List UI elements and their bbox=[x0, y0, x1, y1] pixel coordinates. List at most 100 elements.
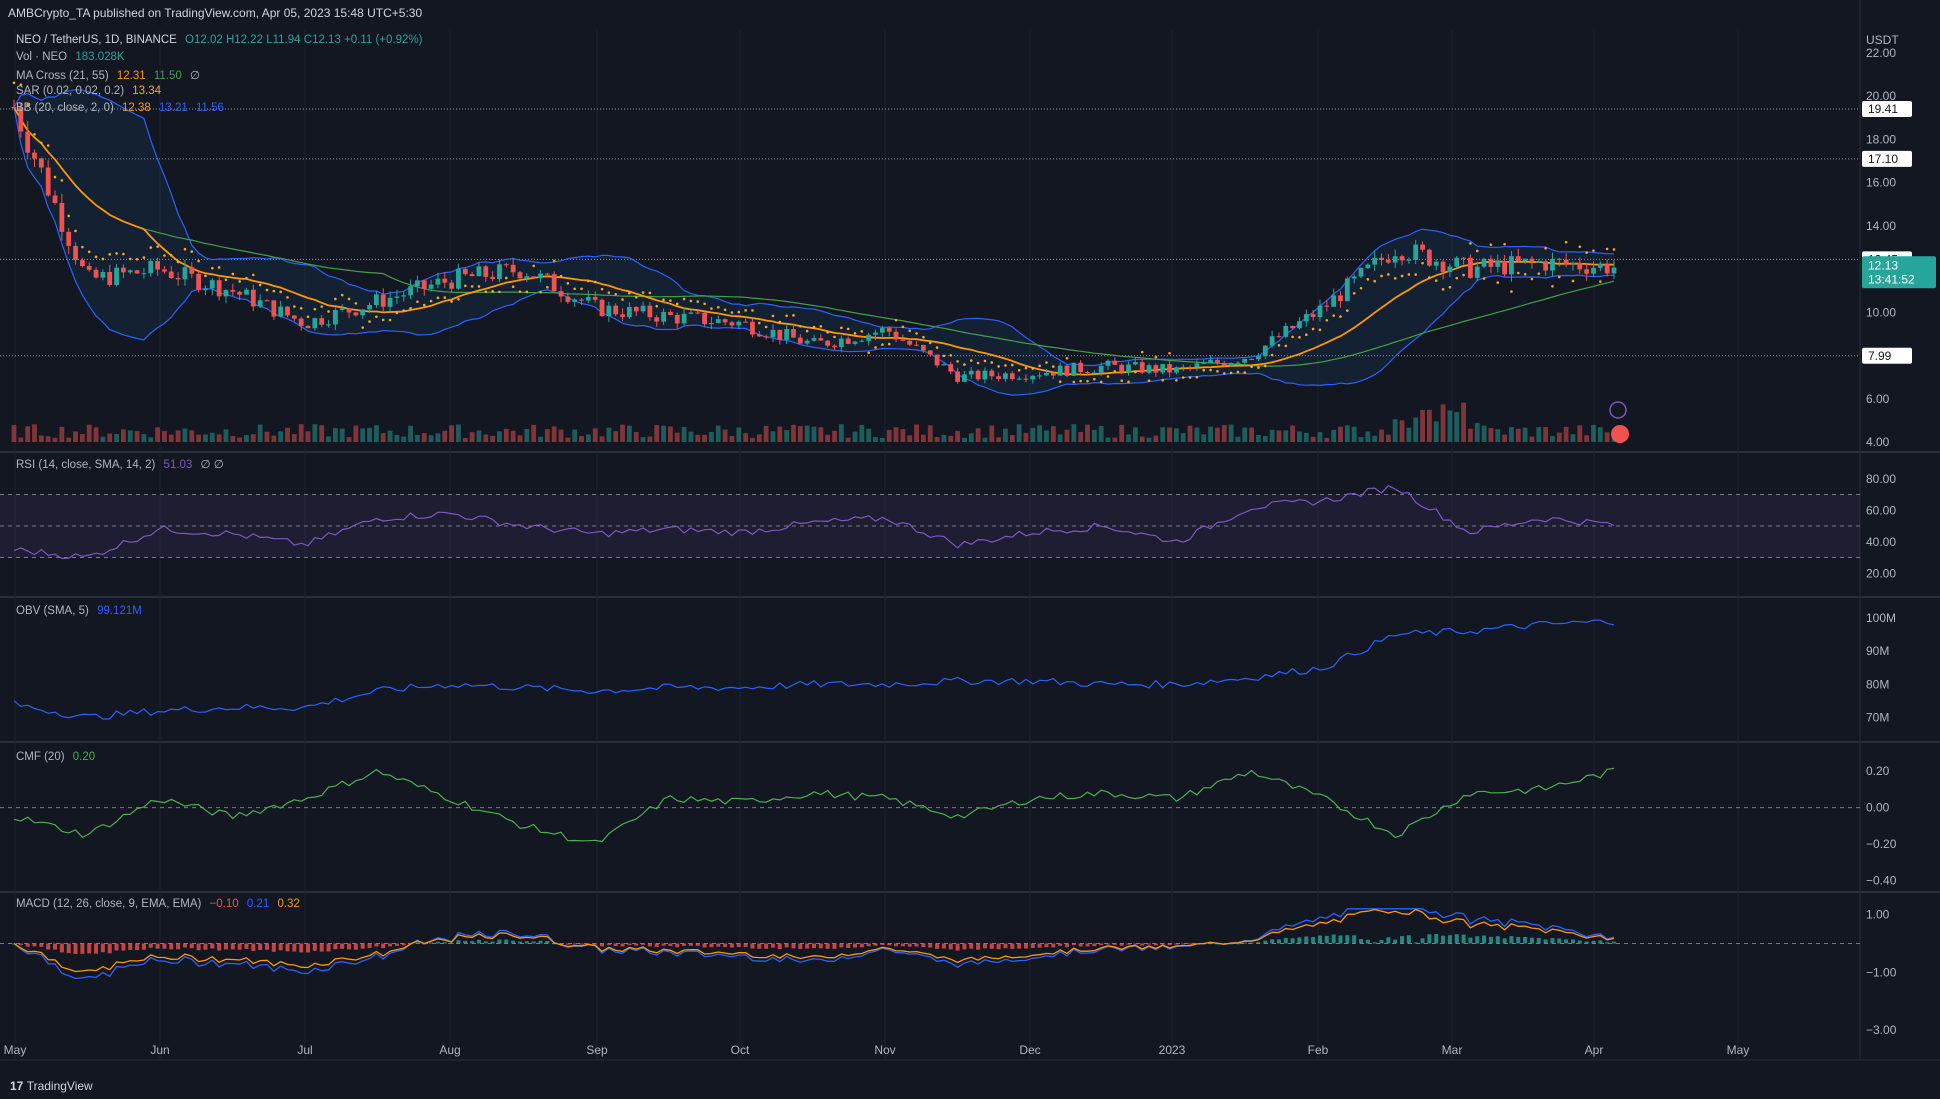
macd-histogram-bar bbox=[1495, 936, 1500, 944]
volume-bar bbox=[415, 434, 420, 442]
macd-histogram-bar bbox=[894, 943, 899, 947]
candle-body bbox=[572, 299, 578, 302]
macd-histogram-bar bbox=[135, 943, 140, 951]
macd-signal-line bbox=[13, 908, 1615, 973]
macd-histogram-bar bbox=[278, 943, 283, 951]
level-label: 17.10 bbox=[1868, 152, 1898, 166]
sar-dot bbox=[1311, 327, 1315, 331]
macd-histogram-bar bbox=[1591, 940, 1596, 944]
volume-bar bbox=[148, 437, 154, 442]
volume-bar bbox=[18, 437, 24, 442]
volume-bar bbox=[551, 426, 557, 442]
volume-bar bbox=[558, 429, 564, 442]
volume-bar bbox=[654, 425, 660, 442]
macd-histogram-bar bbox=[572, 943, 577, 945]
macd-histogram-bar bbox=[1119, 943, 1124, 946]
macd-histogram-bar bbox=[306, 943, 311, 953]
rsi-legend[interactable]: RSI (14, close, SMA, 14, 2) 51.03 ∅ ∅ bbox=[16, 457, 229, 471]
sar-legend[interactable]: SAR (0.02, 0.02, 0.2) 13.34 bbox=[16, 85, 166, 97]
macd-histogram-bar bbox=[941, 943, 946, 949]
macd-histogram-bar bbox=[791, 943, 796, 949]
volume-bar bbox=[743, 433, 749, 442]
bb-legend[interactable]: BB (20, close, 2, 0) 12.38 13.21 11.56 bbox=[16, 102, 229, 114]
macd-legend[interactable]: MACD (12, 26, close, 9, EMA, EMA) −0.10 … bbox=[16, 898, 305, 910]
volume-bar bbox=[1276, 430, 1282, 442]
candle-body bbox=[1502, 260, 1507, 275]
volume-bar bbox=[73, 431, 78, 442]
candle-body bbox=[804, 340, 810, 344]
volume-bar bbox=[1447, 410, 1453, 442]
candle-body bbox=[1153, 365, 1159, 373]
sar-dot bbox=[224, 278, 228, 282]
volume-bar bbox=[203, 434, 208, 442]
candle-body bbox=[469, 274, 475, 277]
sar-dot bbox=[1544, 246, 1547, 250]
symbol-legend[interactable]: NEO / TetherUS, 1D, BINANCE O12.02 H12.2… bbox=[16, 34, 427, 46]
macd-histogram-bar bbox=[312, 943, 317, 951]
macd-histogram-bar bbox=[128, 943, 133, 950]
sar-dot bbox=[935, 346, 939, 349]
rsi-extra: ∅ ∅ bbox=[200, 459, 224, 471]
candle-body bbox=[326, 324, 331, 326]
sar-dot bbox=[1516, 271, 1520, 275]
candle-body bbox=[729, 322, 735, 326]
candle-body bbox=[1228, 363, 1234, 366]
candle-body bbox=[722, 319, 728, 323]
macd-histogram-bar bbox=[388, 943, 393, 947]
cmf-legend[interactable]: CMF (20) 0.20 bbox=[16, 751, 100, 763]
sar-dot bbox=[778, 320, 782, 324]
candle-body bbox=[1426, 249, 1432, 266]
candle-body bbox=[394, 296, 400, 298]
volume-bar bbox=[1262, 435, 1268, 442]
macd-histogram-bar bbox=[230, 943, 235, 950]
obv-legend[interactable]: OBV (SMA, 5) 99.121M bbox=[16, 605, 147, 617]
macd-histogram-bar bbox=[1406, 935, 1411, 944]
sar-dot bbox=[1441, 288, 1445, 291]
volume-bar bbox=[886, 429, 892, 442]
volume-bar bbox=[1522, 427, 1528, 442]
bb-label: BB (20, close, 2, 0) bbox=[16, 102, 114, 114]
macd-histogram-bar bbox=[1359, 939, 1364, 944]
sar-dot bbox=[675, 302, 679, 306]
macd-histogram-bar bbox=[1297, 937, 1302, 944]
macd-histogram-bar bbox=[1413, 942, 1418, 944]
candle-body bbox=[428, 284, 434, 289]
sar-dot bbox=[559, 274, 563, 278]
candle-body bbox=[531, 276, 537, 279]
candle-body bbox=[216, 280, 222, 297]
macd-histogram-bar bbox=[1256, 942, 1261, 944]
sar-dot bbox=[1339, 315, 1342, 318]
macd-histogram-bar bbox=[1051, 943, 1056, 948]
candle-body bbox=[654, 317, 660, 322]
macd-histogram-bar bbox=[641, 943, 646, 945]
tradingview-brand[interactable]: 17 TradingView bbox=[10, 1079, 93, 1093]
volume-bar bbox=[1044, 430, 1049, 442]
volume-bar bbox=[565, 437, 571, 442]
sar-dot bbox=[217, 266, 221, 269]
candle-body bbox=[66, 231, 72, 246]
volume-bar bbox=[729, 436, 735, 442]
volume-bar bbox=[606, 427, 612, 442]
volume-bar bbox=[941, 434, 947, 442]
candle-body bbox=[524, 276, 530, 279]
volume-bar bbox=[1310, 436, 1316, 442]
chart-canvas[interactable]: May Jun Jul Aug Sep Oct Nov Dec 2023 Feb Mar Apr May… bbox=[0, 0, 1940, 1099]
volume-bar bbox=[1180, 433, 1186, 442]
sar-dot bbox=[1387, 273, 1390, 276]
sar-dot bbox=[340, 293, 344, 297]
ma-cross-legend[interactable]: MA Cross (21, 55) 12.31 11.50 ∅ bbox=[16, 68, 205, 82]
sar-dot bbox=[197, 259, 200, 263]
candle-body bbox=[401, 295, 407, 297]
volume-bar bbox=[1324, 437, 1330, 442]
candle-body bbox=[93, 269, 99, 278]
volume-legend[interactable]: Vol · NEO 183.028K bbox=[16, 51, 130, 63]
candle-body bbox=[743, 321, 749, 323]
obv-tick-label: 70M bbox=[1866, 710, 1889, 724]
volume-bar bbox=[305, 431, 311, 442]
volume-bar bbox=[1481, 425, 1487, 442]
rsi-tick-label: 20.00 bbox=[1866, 566, 1896, 580]
macd-histogram-bar bbox=[401, 943, 406, 946]
macd-histogram-bar bbox=[429, 942, 434, 944]
macd-histogram-bar bbox=[1167, 943, 1172, 946]
macd-histogram-bar bbox=[600, 943, 605, 947]
